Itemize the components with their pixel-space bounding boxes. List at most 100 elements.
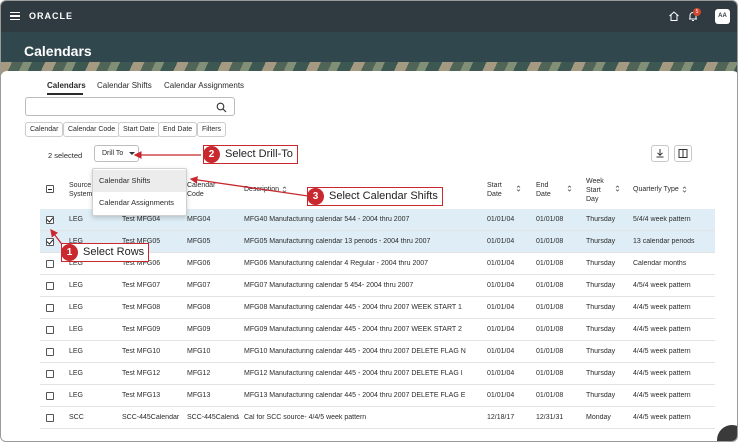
menu-icon[interactable] — [10, 12, 20, 20]
table-row[interactable]: LEG Test MFG09 MFG09 MFG09 Manufacturing ca… — [40, 319, 715, 341]
table-row[interactable]: LEG Test MFG10 MFG10 MFG10 Manufacturing ca… — [40, 341, 715, 363]
cell-calendar: Test MFG08 — [122, 304, 161, 311]
tab-calendar-assignments[interactable]: Calendar Assignments — [164, 81, 244, 90]
table-row[interactable]: SCC SCC-445Calendar SCC-445Calendar Cal for… — [40, 407, 715, 429]
cell-description: MFG12 Manufacturing calendar 445 - 2004 … — [244, 370, 463, 377]
page-title: Calendars — [24, 43, 92, 59]
cell-quarterly-type: 4/5/4 week pattern — [633, 282, 691, 289]
row-checkbox[interactable] — [46, 282, 54, 290]
table-row[interactable]: LEG Test MFG12 MFG12 MFG12 Manufacturing ca… — [40, 363, 715, 385]
search-icon[interactable] — [216, 102, 227, 113]
cell-description: MFG10 Manufacturing calendar 445 - 2004 … — [244, 348, 466, 355]
callout-select-rows: 1 Select Rows — [61, 243, 150, 262]
column-week-start-day[interactable]: Week Start Day — [586, 177, 610, 204]
cell-description: MFG40 Manufacturing calendar 544 - 2004 … — [244, 216, 410, 223]
cell-week-start-day: Thursday — [586, 392, 616, 399]
cell-start-date: 01/01/04 — [487, 392, 515, 399]
cell-calendar-code: MFG12 — [187, 370, 211, 377]
cell-week-start-day: Thursday — [586, 348, 616, 355]
callout-number: 1 — [61, 243, 78, 261]
oracle-logo: ORACLE — [29, 11, 73, 21]
export-button[interactable] — [651, 145, 669, 162]
cell-week-start-day: Thursday — [586, 370, 616, 377]
sort-icon — [682, 186, 687, 193]
avatar[interactable]: AA — [715, 9, 730, 24]
cell-source-system: LEG — [69, 392, 84, 399]
tab-calendar-shifts[interactable]: Calendar Shifts — [97, 81, 152, 90]
cell-week-start-day: Thursday — [586, 326, 616, 333]
table-row[interactable]: LEG Test MFG13 MFG13 MFG13 Manufacturing ca… — [40, 385, 715, 407]
cell-quarterly-type: 4/4/5 week pattern — [633, 392, 691, 399]
tab-calendars[interactable]: Calendars — [47, 81, 86, 90]
cell-source-system: SCC — [69, 414, 84, 421]
cell-calendar: SCC-445Calendar — [122, 414, 180, 421]
cell-end-date: 01/01/08 — [536, 238, 564, 245]
cell-end-date: 12/31/31 — [536, 414, 564, 421]
filters-button[interactable]: Filters — [197, 122, 227, 137]
callout-select-calendar-shifts: 3 Select Calendar Shifts — [307, 187, 443, 206]
callout-text: Select Calendar Shifts — [329, 190, 438, 202]
sort-icon — [516, 185, 521, 192]
column-view-button[interactable] — [674, 145, 692, 162]
filter-calendar[interactable]: Calendar — [25, 122, 64, 137]
cell-start-date: 01/01/04 — [487, 260, 515, 267]
table-row[interactable]: LEG Test MFG08 MFG08 MFG08 Manufacturing ca… — [40, 297, 715, 319]
cell-calendar-code: MFG07 — [187, 282, 211, 289]
table-row[interactable]: LEG Test MFG07 MFG07 MFG07 Manufacturing ca… — [40, 275, 715, 297]
cell-end-date: 01/01/08 — [536, 304, 564, 311]
cell-quarterly-type: 4/4/5 week pattern — [633, 370, 691, 377]
cell-calendar: Test MFG09 — [122, 326, 161, 333]
global-header: ORACLE 5 AA — [1, 1, 737, 32]
cell-calendar-code: MFG08 — [187, 304, 211, 311]
menu-item-calendar-assignments[interactable]: Calendar Assignments — [93, 192, 186, 214]
filter-calendar-code[interactable]: Calendar Code — [63, 122, 121, 137]
filter-end-date[interactable]: End Date — [158, 122, 198, 137]
cell-quarterly-type: 4/4/5 week pattern — [633, 304, 691, 311]
drill-to-button[interactable]: Drill To — [94, 145, 139, 162]
row-checkbox[interactable] — [46, 414, 54, 422]
cell-end-date: 01/01/08 — [536, 282, 564, 289]
column-start-date[interactable]: Start Date — [487, 181, 509, 199]
cell-source-system: LEG — [69, 370, 84, 377]
search-input[interactable] — [25, 97, 235, 116]
home-icon[interactable] — [668, 10, 680, 22]
cell-end-date: 01/01/08 — [536, 370, 564, 377]
filter-start-date[interactable]: Start Date — [118, 122, 160, 137]
menu-item-calendar-shifts[interactable]: Calendar Shifts — [93, 170, 186, 192]
row-checkbox[interactable] — [46, 392, 54, 400]
column-description[interactable]: Description — [244, 185, 287, 194]
cell-end-date: 01/01/08 — [536, 392, 564, 399]
cell-start-date: 01/01/04 — [487, 238, 515, 245]
column-calendar-code[interactable]: Calendar Code — [187, 181, 217, 199]
cell-start-date: 01/01/04 — [487, 282, 515, 289]
cell-start-date: 01/01/04 — [487, 370, 515, 377]
cell-quarterly-type: Calendar months — [633, 260, 687, 267]
page-banner: Calendars — [1, 32, 737, 75]
cell-start-date: 01/01/04 — [487, 348, 515, 355]
cell-description: MFG06 Manufacturing calendar 4 Regular -… — [244, 260, 429, 267]
cell-calendar-code: MFG06 — [187, 260, 211, 267]
cell-calendar-code: MFG09 — [187, 326, 211, 333]
app-window: ORACLE 5 AA Calendars Calendars Calendar… — [0, 0, 738, 442]
cell-description: Cal for SCC source- 4/4/5 week pattern — [244, 414, 367, 421]
selected-count: 2 selected — [48, 151, 83, 160]
row-checkbox[interactable] — [46, 348, 54, 356]
cell-description: MFG08 Manufacturing calendar 445 - 2004 … — [244, 304, 462, 311]
cell-week-start-day: Thursday — [586, 260, 616, 267]
drill-to-label: Drill To — [102, 150, 124, 157]
row-checkbox[interactable] — [46, 238, 54, 246]
callout-number: 3 — [307, 187, 324, 205]
cell-end-date: 01/01/08 — [536, 260, 564, 267]
column-quarterly-type[interactable]: Quarterly Type — [633, 185, 687, 194]
row-checkbox[interactable] — [46, 304, 54, 312]
select-all-checkbox[interactable] — [46, 185, 54, 193]
row-checkbox[interactable] — [46, 216, 54, 224]
row-checkbox[interactable] — [46, 370, 54, 378]
column-end-date[interactable]: End Date — [536, 181, 558, 199]
row-checkbox[interactable] — [46, 326, 54, 334]
row-checkbox[interactable] — [46, 260, 54, 268]
notification-badge: 5 — [693, 8, 701, 16]
cell-source-system: LEG — [69, 326, 84, 333]
active-tab-indicator — [47, 93, 83, 95]
quarterly-type-header-label: Quarterly Type — [633, 186, 679, 193]
